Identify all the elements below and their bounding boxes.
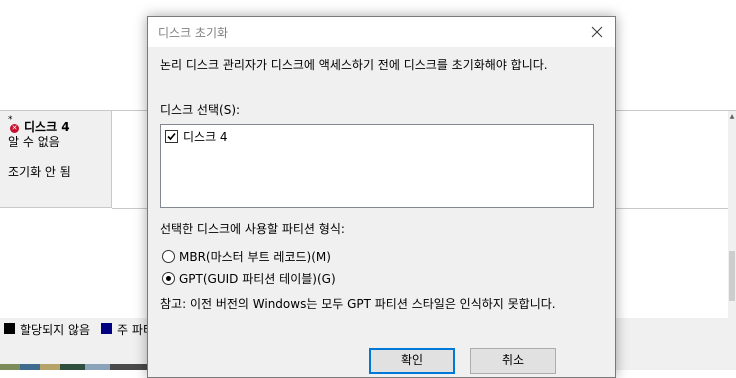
compatibility-note: 참고: 이전 버전의 Windows는 모두 GPT 파티션 스타일은 인식하지…: [160, 297, 556, 311]
mbr-radio-button[interactable]: [162, 250, 175, 263]
disk-status: 알 수 없음: [8, 135, 60, 149]
select-disk-label: 디스크 선택(S):: [160, 103, 241, 117]
ok-button[interactable]: 확인: [369, 348, 455, 374]
mbr-label: MBR(마스터 부트 레코드)(M): [179, 250, 331, 264]
checkmark-icon: [167, 132, 176, 141]
scrollbar-thumb[interactable]: [729, 251, 735, 301]
wallpaper-thumbnails: [0, 364, 150, 370]
cancel-button[interactable]: 취소: [470, 348, 556, 374]
close-button[interactable]: [587, 22, 607, 42]
gpt-radio-option[interactable]: GPT(GUID 파티션 테이블)(G): [162, 270, 336, 288]
dialog-title: 디스크 초기화: [158, 26, 229, 40]
disk-init-state: 조기화 안 됨: [8, 165, 71, 179]
disk-checkbox[interactable]: [165, 130, 178, 143]
disk-list-item[interactable]: 디스크 4: [165, 128, 228, 144]
disk-list-label: 디스크 4: [183, 130, 228, 144]
partition-style-label: 선택한 디스크에 사용할 파티션 형식:: [160, 222, 345, 236]
gpt-radio-button[interactable]: [162, 272, 175, 285]
initialize-disk-dialog: 디스크 초기화 논리 디스크 관리자가 디스크에 액세스하기 전에 디스크를 초…: [147, 16, 616, 378]
vertical-scrollbar[interactable]: ▲: [728, 111, 736, 318]
mbr-radio-option[interactable]: MBR(마스터 부트 레코드)(M): [162, 248, 331, 266]
scroll-up-icon[interactable]: ▲: [728, 113, 736, 120]
gpt-label: GPT(GUID 파티션 테이블)(G): [179, 272, 336, 286]
error-icon: ✕: [10, 124, 19, 133]
close-icon: [591, 26, 603, 38]
primary-partition-swatch: [101, 323, 112, 334]
asterisk-marker: *: [8, 115, 13, 125]
disk-info-panel[interactable]: * ✕ 디스크 4 알 수 없음 조기화 안 됨: [0, 111, 112, 208]
disk-name: 디스크 4: [24, 120, 70, 134]
disk-listbox[interactable]: 디스크 4: [160, 124, 594, 208]
dialog-titlebar[interactable]: 디스크 초기화: [148, 17, 615, 47]
legend-unallocated: 할당되지 않음: [20, 323, 91, 337]
dialog-message: 논리 디스크 관리자가 디스크에 액세스하기 전에 디스크를 초기화해야 합니다…: [160, 58, 548, 72]
unallocated-swatch: [4, 323, 15, 334]
